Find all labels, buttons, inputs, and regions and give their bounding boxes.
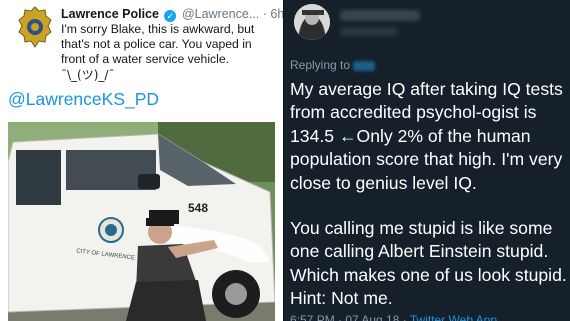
tweet-time[interactable]: 6h [270,7,284,21]
police-badge-icon[interactable] [18,6,52,48]
display-name[interactable]: Lawrence Police [61,7,159,21]
avatar-image [294,4,330,40]
user-handle[interactable]: @Lawrence... [182,7,259,21]
tweet-source-link[interactable]: Twitter Web App [410,313,497,321]
tweet-photo[interactable]: 548 CITY OF LAWRENCE [8,122,275,321]
left-tweet-panel: Lawrence Police ✓ @Lawrence... · 6h ⌄ I'… [0,0,284,321]
redacted-reply-handle[interactable] [353,60,376,71]
redacted-display-name [340,10,420,21]
reply-tweet-text: My average IQ after taking IQ tests from… [290,78,568,311]
separator: · [262,7,267,21]
redacted-user-handle [340,27,398,36]
tweet-footer: 6:57 PM · 07 Aug 18 · Twitter Web App [290,313,497,321]
tweet-text: I'm sorry Blake, this is awkward, but th… [61,22,255,66]
photo-illustration [8,122,275,321]
tweet-timestamp[interactable]: 6:57 PM · 07 Aug 18 · [290,313,407,321]
avatar[interactable] [294,4,330,40]
right-tweet-panel: Replying to My average IQ after taking I… [284,0,570,321]
replying-to-label: Replying to [290,58,351,72]
reply-paragraph-1: My average IQ after taking IQ tests from… [290,79,563,193]
verified-icon: ✓ [164,10,177,22]
replying-to-line: Replying to [290,58,376,72]
tweet-header: Lawrence Police ✓ @Lawrence... · 6h ⌄ [61,6,284,22]
shrug-emoticon: ¯\_(ツ)_/¯ [61,68,115,82]
reply-paragraph-2: You calling me stupid is like some one c… [290,218,567,309]
caption-handle[interactable]: @LawrenceKS_PD [8,89,159,110]
vehicle-number: 548 [188,201,209,215]
